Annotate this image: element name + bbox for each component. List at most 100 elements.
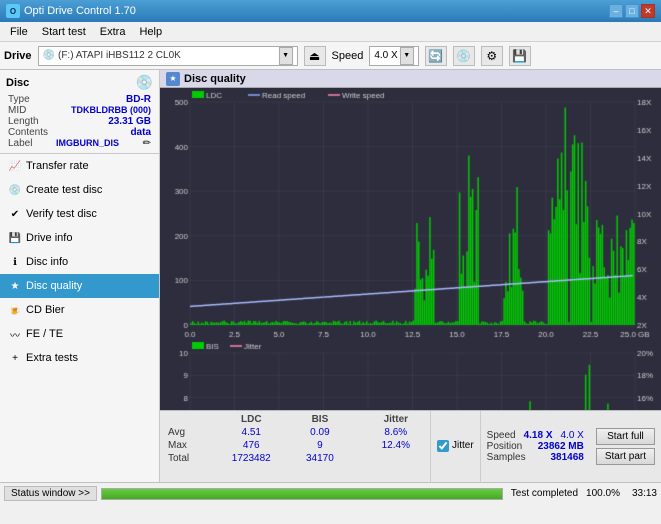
disc-mid-value: TDKBLDRBB (000): [71, 105, 151, 116]
menu-help[interactable]: Help: [133, 24, 168, 40]
disc-info-header: Disc 💿: [6, 74, 153, 91]
disc-length-value: 23.31 GB: [108, 116, 151, 127]
max-label: Max: [164, 439, 212, 452]
avg-label: Avg: [164, 426, 212, 439]
transfer-rate-icon: 📈: [8, 159, 22, 173]
drive-dropdown-button[interactable]: ▼: [279, 47, 293, 65]
speed-display-value: 4.18 X: [524, 430, 553, 441]
verify-test-disc-icon: ✔: [8, 207, 22, 221]
bis-header: BIS: [290, 413, 349, 426]
app-title: Opti Drive Control 1.70: [24, 5, 136, 17]
menu-extra[interactable]: Extra: [94, 24, 132, 40]
nav-extra-tests[interactable]: + Extra tests: [0, 346, 159, 370]
nav-transfer-rate[interactable]: 📈 Transfer rate: [0, 154, 159, 178]
disc-quality-panel-icon: ★: [166, 72, 180, 86]
refresh-button[interactable]: 🔄: [425, 46, 447, 66]
nav-verify-test-disc[interactable]: ✔ Verify test disc: [0, 202, 159, 226]
settings-button[interactable]: ⚙: [481, 46, 503, 66]
speed-display-row: Speed 4.18 X 4.0 X: [487, 430, 584, 441]
total-bis: 34170: [290, 452, 349, 465]
disc-button[interactable]: 💿: [453, 46, 475, 66]
disc-type-row: Type BD-R: [6, 94, 153, 105]
disc-length-row: Length 23.31 GB: [6, 116, 153, 127]
create-test-disc-icon: 💿: [8, 183, 22, 197]
nav-drive-info-label: Drive info: [26, 232, 72, 244]
progress-percent: 100.0%: [586, 488, 620, 499]
max-bis: 9: [290, 439, 349, 452]
jitter-label: Jitter: [452, 440, 474, 451]
fe-te-icon: 〰: [8, 327, 22, 341]
max-ldc: 476: [212, 439, 290, 452]
nav-fe-te[interactable]: 〰 FE / TE: [0, 322, 159, 346]
speed-select[interactable]: 4.0 X ▼: [369, 46, 418, 66]
disc-length-label: Length: [8, 116, 39, 127]
disc-contents-value: data: [130, 127, 151, 138]
nav-extra-tests-label: Extra tests: [26, 352, 78, 364]
stats-bar: LDC BIS Jitter Avg 4.51 0.09 8.6% Max: [160, 410, 661, 482]
cd-bier-icon: 🍺: [8, 303, 22, 317]
title-bar-controls: – □ ✕: [609, 4, 655, 18]
disc-label-value: IMGBURN_DIS: [56, 138, 119, 149]
avg-ldc: 4.51: [212, 426, 290, 439]
drive-select[interactable]: 💿 (F:) ATAPI iHBS112 2 CL0K ▼: [38, 46, 298, 66]
ldc-header: LDC: [212, 413, 290, 426]
avg-jitter: 8.6%: [366, 426, 426, 439]
disc-contents-row: Contents data: [6, 127, 153, 138]
maximize-button[interactable]: □: [625, 4, 639, 18]
progress-bar-container: [101, 488, 503, 500]
charts-area: [160, 88, 661, 410]
menu-start-test[interactable]: Start test: [36, 24, 92, 40]
disc-info-icon: ℹ: [8, 255, 22, 269]
disc-disc-icon: 💿: [136, 74, 153, 91]
disc-quality-header: ★ Disc quality: [160, 70, 661, 88]
menu-bar: File Start test Extra Help: [0, 22, 661, 42]
max-jitter: 12.4%: [366, 439, 426, 452]
disc-label-row: Label IMGBURN_DIS ✏: [6, 138, 153, 149]
position-row: Position 23862 MB: [487, 441, 584, 452]
position-label: Position: [487, 441, 523, 452]
sidebar-nav: 📈 Transfer rate 💿 Create test disc ✔ Ver…: [0, 154, 159, 482]
chart1-container: [160, 88, 661, 339]
save-button[interactable]: 💾: [509, 46, 531, 66]
avg-bis: 0.09: [290, 426, 349, 439]
sidebar: Disc 💿 Type BD-R MID TDKBLDRBB (000) Len…: [0, 70, 160, 482]
start-full-button[interactable]: Start full: [596, 428, 655, 445]
total-ldc: 1723482: [212, 452, 290, 465]
title-bar: O Opti Drive Control 1.70 – □ ✕: [0, 0, 661, 22]
nav-create-test-disc-label: Create test disc: [26, 184, 102, 196]
disc-quality-title: Disc quality: [184, 73, 246, 85]
nav-disc-quality[interactable]: ★ Disc quality: [0, 274, 159, 298]
drive-value: (F:) ATAPI iHBS112 2 CL0K: [58, 50, 276, 61]
jitter-checkbox[interactable]: [437, 440, 449, 452]
nav-fe-te-label: FE / TE: [26, 328, 63, 340]
menu-file[interactable]: File: [4, 24, 34, 40]
jitter-check-section: Jitter: [430, 411, 480, 482]
nav-disc-info[interactable]: ℹ Disc info: [0, 250, 159, 274]
disc-type-label: Type: [8, 94, 30, 105]
start-part-button[interactable]: Start part: [596, 448, 655, 465]
speed-dropdown-button[interactable]: ▼: [400, 47, 414, 65]
disc-contents-label: Contents: [8, 127, 48, 138]
close-button[interactable]: ✕: [641, 4, 655, 18]
bis-jitter-chart: [160, 339, 661, 410]
nav-drive-info[interactable]: 💾 Drive info: [0, 226, 159, 250]
disc-info-panel: Disc 💿 Type BD-R MID TDKBLDRBB (000) Len…: [0, 70, 159, 154]
jitter-header-cell: Jitter: [366, 413, 426, 426]
disc-label-label: Label: [8, 138, 32, 149]
minimize-button[interactable]: –: [609, 4, 623, 18]
status-window-button[interactable]: Status window >>: [4, 486, 97, 501]
disc-edit-icon[interactable]: ✏: [143, 138, 151, 149]
status-time: 33:13: [632, 488, 657, 499]
position-value: 23862 MB: [538, 441, 584, 452]
speed-info-section: Speed 4.18 X 4.0 X Position 23862 MB Sam…: [480, 411, 590, 482]
action-buttons: Start full Start part: [590, 411, 661, 482]
disc-section-title: Disc: [6, 77, 29, 89]
disc-mid-row: MID TDKBLDRBB (000): [6, 105, 153, 116]
nav-cd-bier-label: CD Bier: [26, 304, 65, 316]
extra-tests-icon: +: [8, 351, 22, 365]
nav-cd-bier[interactable]: 🍺 CD Bier: [0, 298, 159, 322]
nav-create-test-disc[interactable]: 💿 Create test disc: [0, 178, 159, 202]
speed-value: 4.0 X: [374, 50, 397, 61]
right-panel: ★ Disc quality LDC BIS: [160, 70, 661, 482]
eject-button[interactable]: ⏏: [304, 46, 326, 66]
